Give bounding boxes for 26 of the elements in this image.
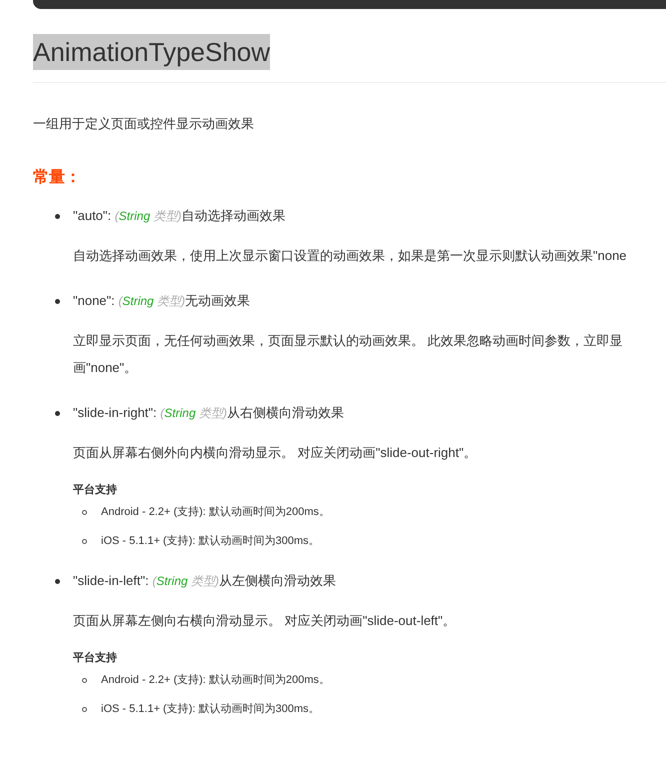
circle-bullet-icon — [82, 538, 87, 544]
section-heading: 常量： — [33, 168, 81, 188]
detail-text: 画"none"。 — [73, 359, 138, 377]
circle-bullet-icon — [82, 510, 87, 514]
detail-text: 页面从屏幕右侧外向内横向滑动显示。 对应关闭动画"slide-out-right"。 — [73, 444, 477, 462]
bullet-icon — [55, 410, 60, 416]
platform-item: Android - 2.2+ (支持): 默认动画时间为200ms。 — [101, 505, 330, 520]
circle-bullet-icon — [82, 706, 87, 712]
platform-item: Android - 2.2+ (支持): 默认动画时间为200ms。 — [101, 673, 330, 688]
bullet-icon — [55, 214, 60, 218]
bullet-icon — [55, 298, 60, 304]
platform-heading: 平台支持 — [73, 482, 117, 498]
constant-heading: "slide-in-right": (String 类型)从右侧横向滑动效果 — [73, 404, 344, 422]
constant-heading: "none": (String 类型)无动画效果 — [73, 292, 250, 310]
bullet-icon — [55, 578, 60, 584]
detail-text: 自动选择动画效果，使用上次显示窗口设置的动画效果，如果是第一次显示则默认动画效果"none — [73, 247, 627, 265]
platform-heading: 平台支持 — [73, 650, 117, 666]
constant-heading: "slide-in-left": (String 类型)从左侧横向滑动效果 — [73, 572, 336, 590]
platform-item: iOS - 5.1.1+ (支持): 默认动画时间为300ms。 — [101, 534, 320, 549]
platform-item: iOS - 5.1.1+ (支持): 默认动画时间为300ms。 — [101, 702, 320, 717]
constant-heading: "auto": (String 类型)自动选择动画效果 — [73, 207, 286, 225]
detail-text: 立即显示页面，无任何动画效果，页面显示默认的动画效果。 此效果忽略动画时间参数，立即显 — [73, 332, 623, 350]
circle-bullet-icon — [82, 678, 87, 682]
detail-text: 页面从屏幕左侧向右横向滑动显示。 对应关闭动画"slide-out-left"。 — [73, 612, 456, 630]
page-title: AnimationTypeShow — [33, 34, 270, 70]
description: 一组用于定义页面或控件显示动画效果 — [33, 115, 254, 133]
